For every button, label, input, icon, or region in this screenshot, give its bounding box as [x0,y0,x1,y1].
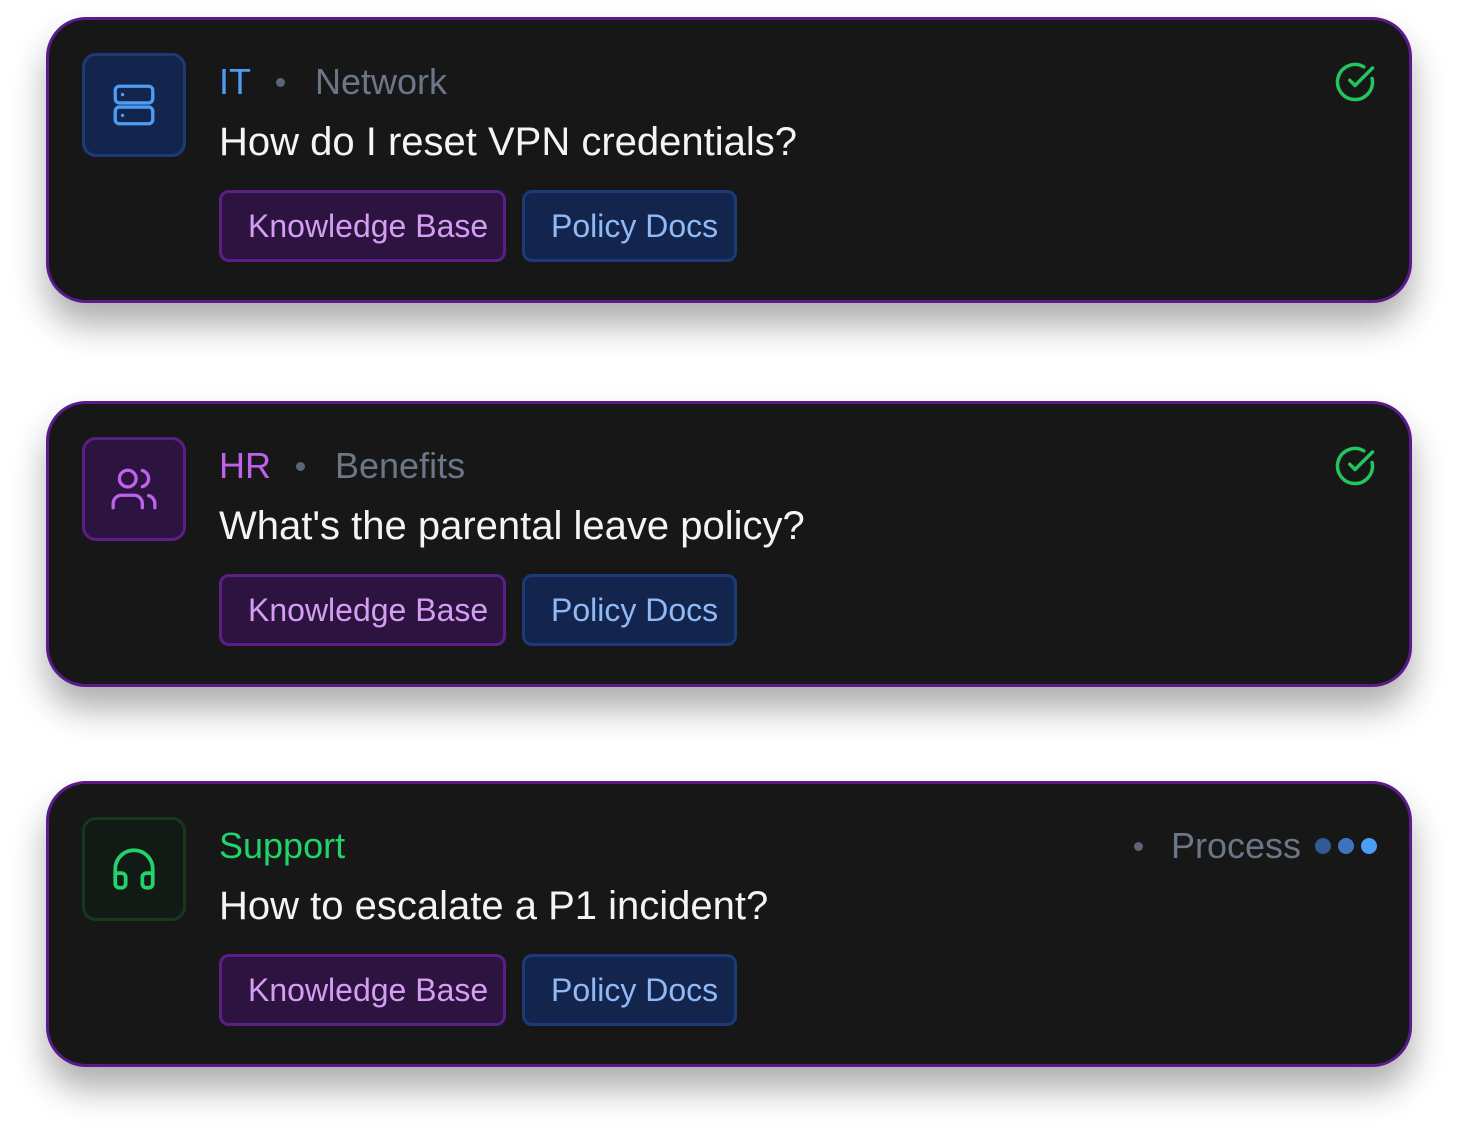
headphones-icon [82,817,186,921]
check-circle-icon [1335,62,1375,102]
processing-status: Process [1133,825,1377,866]
subcategory-label: Network [315,61,448,102]
source-tags: Knowledge Base Policy Docs [219,190,737,262]
separator-dot [276,77,285,87]
query-card-it[interactable]: IT Network How do I reset VPN credential… [46,17,1412,303]
status-label: Process [1170,825,1301,866]
card-meta: IT Network [219,61,448,102]
separator-dot [1133,841,1143,851]
query-card-hr[interactable]: HR Benefits What's the parental leave po… [46,401,1412,687]
users-icon [82,437,186,541]
separator-dot [296,461,305,471]
tag-knowledge-base[interactable]: Knowledge Base [219,954,506,1026]
card-meta: HR Benefits [219,445,466,486]
category-label: Support [219,825,346,866]
question-text: How do I reset VPN credentials? [219,120,798,164]
source-tags: Knowledge Base Policy Docs [219,574,737,646]
tag-policy-docs[interactable]: Policy Docs [522,574,737,646]
query-card-support[interactable]: Support Process How to escalate a P1 inc… [46,781,1412,1067]
server-icon [82,53,186,157]
question-text: How to escalate a P1 incident? [219,884,769,928]
check-circle-icon [1335,446,1375,486]
category-label: HR [219,445,271,486]
tag-policy-docs[interactable]: Policy Docs [522,954,737,1026]
subcategory-label: Benefits [335,445,466,486]
card-meta: Support [219,825,346,866]
tag-knowledge-base[interactable]: Knowledge Base [219,190,506,262]
source-tags: Knowledge Base Policy Docs [219,954,737,1026]
loading-dots-icon [1315,838,1377,854]
question-text: What's the parental leave policy? [219,504,805,548]
tag-policy-docs[interactable]: Policy Docs [522,190,737,262]
category-label: IT [219,61,251,102]
tag-knowledge-base[interactable]: Knowledge Base [219,574,506,646]
